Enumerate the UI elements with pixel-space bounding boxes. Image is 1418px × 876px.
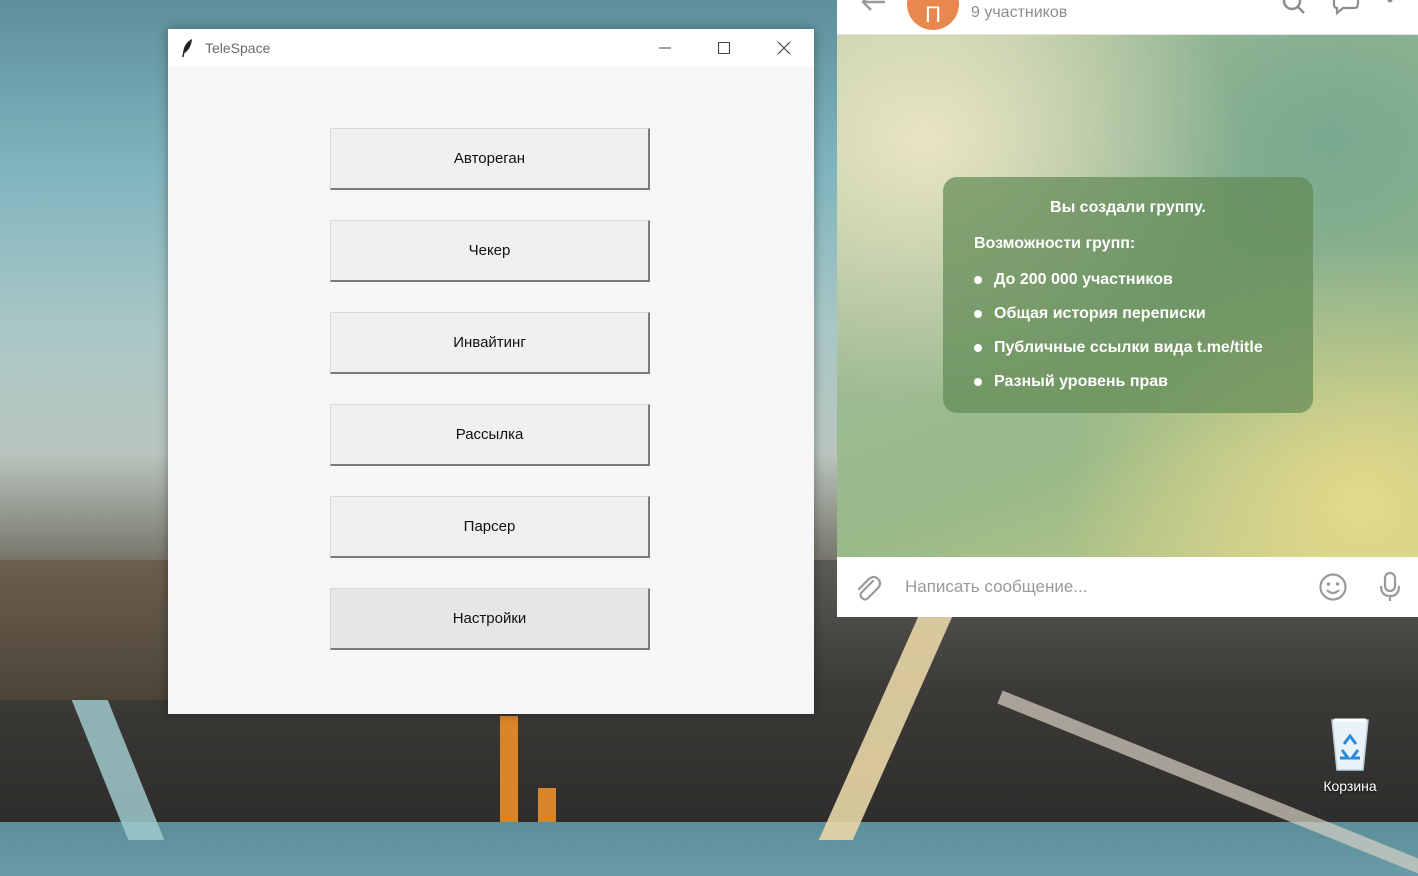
feature-text: Публичные ссылки вида t.me/title xyxy=(994,339,1263,356)
road-marking-center xyxy=(500,716,518,822)
features-list: До 200 000 участников Общая история пере… xyxy=(974,271,1263,407)
feature-item: Общая история переписки xyxy=(974,305,1263,339)
telespace-window: TeleSpace Автореган Чекер Инвайтинг Расс… xyxy=(168,29,814,714)
chat-area: Вы создали группу. Возможности групп: До… xyxy=(837,35,1418,557)
microphone-icon[interactable] xyxy=(1378,571,1402,603)
group-created-card: Вы создали группу. Возможности групп: До… xyxy=(943,177,1313,413)
emoji-icon[interactable] xyxy=(1318,572,1348,602)
feature-item: До 200 000 участников xyxy=(974,271,1263,305)
back-arrow-icon[interactable] xyxy=(857,0,887,16)
telegram-window: П 9 участников Вы создали группу. Возмож… xyxy=(837,0,1418,617)
card-subtitle: Возможности групп: xyxy=(974,235,1136,252)
bullet-icon xyxy=(974,276,982,284)
autoreg-button[interactable]: Автореган xyxy=(330,128,650,190)
minimize-button[interactable] xyxy=(636,29,694,67)
window-titlebar[interactable]: TeleSpace xyxy=(168,29,814,67)
mailing-button[interactable]: Рассылка xyxy=(330,404,650,466)
members-count: 9 участников xyxy=(971,4,1068,21)
settings-button[interactable]: Настройки xyxy=(330,588,650,650)
close-icon xyxy=(777,41,791,55)
voice-chat-icon[interactable] xyxy=(1331,0,1361,18)
feature-text: Разный уровень прав xyxy=(994,373,1168,390)
message-input[interactable]: Написать сообщение... xyxy=(905,577,1087,597)
bullet-icon xyxy=(974,344,982,352)
window-title: TeleSpace xyxy=(205,40,271,56)
feature-item: Разный уровень прав xyxy=(974,373,1263,407)
message-composer: Написать сообщение... xyxy=(837,557,1418,617)
parser-button[interactable]: Парсер xyxy=(330,496,650,558)
group-avatar[interactable]: П xyxy=(907,0,959,30)
bullet-icon xyxy=(974,310,982,318)
recycle-bin-label: Корзина xyxy=(1323,778,1377,794)
maximize-icon xyxy=(718,42,730,54)
feature-item: Публичные ссылки вида t.me/title xyxy=(974,339,1263,373)
card-title: Вы создали группу. xyxy=(1050,199,1206,216)
maximize-button[interactable] xyxy=(695,29,753,67)
recycle-bin-shortcut[interactable]: Корзина xyxy=(1316,714,1384,800)
search-icon[interactable] xyxy=(1281,0,1307,18)
recycle-bin-icon xyxy=(1331,718,1369,771)
desktop-wallpaper-grass xyxy=(0,560,180,700)
bullet-icon xyxy=(974,378,982,386)
chat-header: П 9 участников xyxy=(837,0,1418,35)
attach-paperclip-icon[interactable] xyxy=(853,573,883,603)
checker-button[interactable]: Чекер xyxy=(330,220,650,282)
minimize-icon xyxy=(659,47,671,49)
more-menu-icon[interactable] xyxy=(1385,0,1395,18)
feature-text: До 200 000 участников xyxy=(994,271,1173,288)
feather-icon xyxy=(182,39,192,57)
inviting-button[interactable]: Инвайтинг xyxy=(330,312,650,374)
road-marking-center-2 xyxy=(538,788,556,822)
feature-text: Общая история переписки xyxy=(994,305,1206,322)
close-button[interactable] xyxy=(755,29,813,67)
